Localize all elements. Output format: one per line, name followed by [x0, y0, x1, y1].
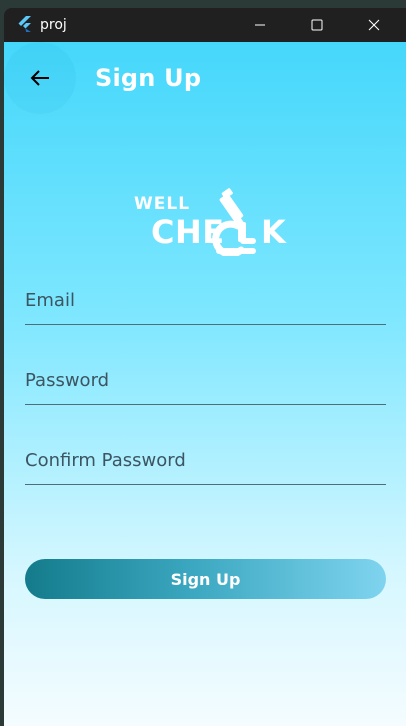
page-title: Sign Up	[95, 64, 202, 92]
minimize-button[interactable]	[237, 8, 283, 42]
window-title: proj	[40, 17, 67, 33]
email-input[interactable]	[25, 280, 386, 320]
maximize-icon	[311, 19, 323, 31]
password-field[interactable]	[25, 360, 386, 405]
back-button[interactable]	[4, 42, 76, 114]
flutter-icon	[18, 16, 31, 32]
microscope-icon	[212, 188, 256, 256]
confirm-password-input[interactable]	[25, 440, 386, 480]
sign-up-button-label: Sign Up	[170, 569, 241, 589]
title-bar[interactable]: proj	[4, 8, 406, 42]
close-button[interactable]	[351, 8, 397, 42]
password-input[interactable]	[25, 360, 386, 400]
minimize-icon	[255, 24, 265, 26]
sign-up-button[interactable]: Sign Up	[25, 559, 386, 599]
signup-screen: Sign Up WELL CHE K Email Sign Up	[4, 42, 406, 726]
logo-big-text-end: K	[261, 213, 286, 251]
email-field[interactable]	[25, 280, 386, 325]
confirm-password-field[interactable]	[25, 440, 386, 485]
arrow-left-icon	[30, 70, 49, 86]
wellcheck-logo: WELL CHE K	[130, 186, 286, 258]
maximize-button[interactable]	[294, 8, 340, 42]
app-window: proj Sign Up WELL CHE K Email Sign Up	[4, 8, 406, 726]
close-icon	[368, 19, 380, 31]
